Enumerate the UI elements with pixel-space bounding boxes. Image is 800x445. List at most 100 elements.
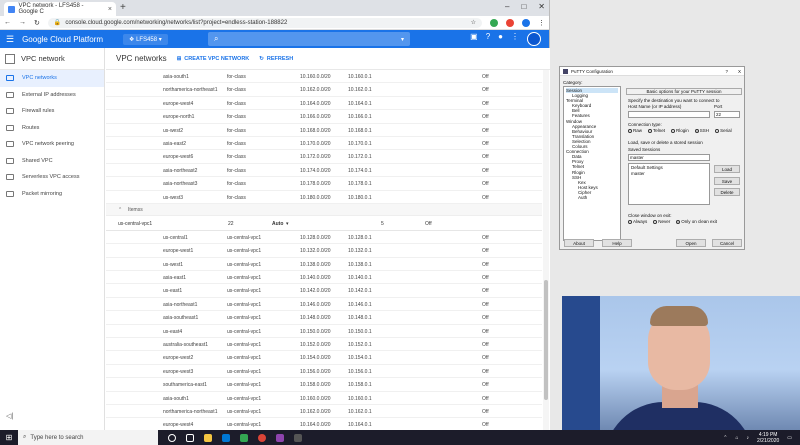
subnet-row[interactable]: asia-south1 us-central-vpc1 10.160.0.0/20 1…	[106, 392, 542, 405]
close-window-option[interactable]: Always	[628, 219, 647, 224]
subnet-row[interactable]: europe-west6 for-class 10.172.0.0/20 10.172…	[106, 150, 542, 164]
tab-close-icon[interactable]: ×	[108, 6, 112, 13]
connection-type-option[interactable]: Rlogin	[671, 128, 689, 133]
vpc-name-link[interactable]: us-central-vpc1	[118, 221, 152, 227]
subnet-row[interactable]: us-west2 for-class 10.168.0.0/20 10.168.0.1…	[106, 124, 542, 137]
app-icon[interactable]	[240, 433, 248, 442]
profile-icon[interactable]	[522, 18, 530, 27]
saved-session-input[interactable]: master	[628, 154, 710, 161]
subnet-row[interactable]: us-west1 us-central-vpc1 10.138.0.0/20 10.1…	[106, 258, 542, 272]
close-window-option[interactable]: Only on clean exit	[676, 219, 717, 224]
subnet-row[interactable]: europe-west4 us-central-vpc1 10.164.0.0/20…	[106, 418, 542, 430]
host-name-input[interactable]	[628, 111, 710, 118]
cancel-button[interactable]: Cancel	[712, 239, 742, 247]
more-icon[interactable]: ⋮	[511, 32, 519, 46]
action-center-icon[interactable]: ▭	[787, 435, 792, 441]
subnet-row[interactable]: northamerica-northeast1 for-class 10.162.0…	[106, 83, 542, 97]
clock[interactable]: 4:19 PM 2/21/2020	[757, 432, 779, 444]
extension-icon[interactable]	[490, 18, 498, 27]
cloud-shell-icon[interactable]: ▣	[470, 32, 478, 46]
port-input[interactable]: 22	[714, 111, 740, 118]
about-button[interactable]: About	[564, 239, 594, 247]
connection-type-option[interactable]: Telnet	[648, 128, 665, 133]
subnet-row[interactable]: asia-northeast1 us-central-vpc1 10.146.0.0…	[106, 298, 542, 312]
url-field[interactable]: 🔒 console.cloud.google.com/networking/ne…	[47, 17, 482, 28]
sidebar-item[interactable]: VPC network peering	[0, 136, 104, 153]
browser-menu-icon[interactable]: ⋮	[538, 19, 545, 27]
avatar[interactable]	[527, 32, 541, 46]
subnet-row[interactable]: asia-east2 for-class 10.170.0.0/20 10.170.0…	[106, 137, 542, 151]
open-button[interactable]: Open	[676, 239, 706, 247]
subnet-row[interactable]: asia-south1 for-class 10.160.0.0/20 10.160.…	[106, 70, 542, 84]
help-button[interactable]: Help	[602, 239, 632, 247]
back-icon[interactable]: ←	[4, 19, 11, 26]
subnet-row[interactable]: asia-southeast1 us-central-vpc1 10.148.0.0…	[106, 311, 542, 325]
taskbar-search[interactable]: ⌕ Type here to search	[18, 430, 158, 445]
notification-chevron-icon[interactable]: ⌃	[723, 435, 727, 441]
browser-tab[interactable]: VPC network - LFS458 - Google C ×	[4, 2, 116, 16]
session-item[interactable]: master	[631, 171, 707, 177]
connection-type-option[interactable]: Serial	[715, 128, 732, 133]
bookmark-star-icon[interactable]: ☆	[471, 19, 476, 26]
create-vpc-network-button[interactable]: ⊞ CREATE VPC NETWORK	[177, 56, 250, 62]
subnet-row[interactable]: us-central1 us-central-vpc1 10.128.0.0/20 1…	[106, 231, 542, 245]
sidebar-item[interactable]: Firewall rules	[0, 103, 104, 120]
load-button[interactable]: Load	[714, 165, 740, 173]
subnet-row[interactable]: southamerica-east1 us-central-vpc1 10.158.…	[106, 378, 542, 392]
subnet-row[interactable]: asia-northeast3 for-class 10.178.0.0/20 10.…	[106, 177, 542, 191]
save-button[interactable]: Save	[714, 177, 740, 185]
putty-close-icon[interactable]: X	[738, 69, 741, 74]
notifications-icon[interactable]: ●	[498, 32, 503, 46]
collapse-sidebar-icon[interactable]: ◁|	[6, 412, 13, 420]
delete-button[interactable]: Delete	[714, 188, 740, 196]
sidebar-item[interactable]: Packet mirroring	[0, 186, 104, 203]
task-view-icon[interactable]	[186, 433, 194, 442]
putty-taskbar-icon[interactable]	[294, 433, 302, 442]
vpc-network-row[interactable]: us-central-vpc1 22 Auto 5 Off ▾	[106, 216, 542, 231]
volume-icon[interactable]: ♪	[747, 435, 750, 441]
subnet-row[interactable]: europe-west2 us-central-vpc1 10.154.0.0/20…	[106, 351, 542, 365]
windows-start-icon[interactable]: ⊞	[0, 430, 18, 445]
gcp-title[interactable]: Google Cloud Platform	[22, 35, 103, 44]
connection-type-option[interactable]: SSH	[694, 128, 709, 133]
subnet-row[interactable]: europe-west3 us-central-vpc1 10.156.0.0/20…	[106, 365, 542, 379]
subnet-row[interactable]: australia-southeast1 us-central-vpc1 10.15…	[106, 338, 542, 352]
chevron-down-icon[interactable]: ▾	[286, 221, 289, 227]
subnet-row[interactable]: europe-west1 us-central-vpc1 10.132.0.0/20…	[106, 244, 542, 258]
network-group-row[interactable]: ⌃ Itemss	[106, 203, 542, 216]
scrollbar-thumb[interactable]	[544, 280, 548, 400]
chevron-up-icon[interactable]: ⌃	[118, 207, 122, 213]
network-icon[interactable]: ⌂	[735, 435, 738, 441]
app-icon[interactable]	[276, 433, 284, 442]
maximize-icon[interactable]: □	[521, 2, 526, 11]
new-tab-button[interactable]: +	[120, 2, 126, 13]
putty-help-icon[interactable]: ?	[725, 69, 728, 74]
refresh-button[interactable]: ↻ REFRESH	[259, 56, 293, 62]
store-icon[interactable]	[222, 433, 230, 442]
subnet-row[interactable]: europe-north1 for-class 10.166.0.0/20 10.16…	[106, 110, 542, 124]
hamburger-menu-icon[interactable]: ☰	[6, 34, 14, 45]
subnet-row[interactable]: us-west3 for-class 10.180.0.0/20 10.180.0.1…	[106, 191, 542, 204]
window-close-icon[interactable]: ✕	[538, 2, 545, 11]
subnet-row[interactable]: asia-northeast2 for-class 10.174.0.0/20 10.…	[106, 164, 542, 178]
subnet-row[interactable]: us-east1 us-central-vpc1 10.142.0.0/20 10.1…	[106, 284, 542, 298]
sidebar-item[interactable]: Shared VPC	[0, 153, 104, 170]
subnet-row[interactable]: asia-east1 us-central-vpc1 10.140.0.0/20 10…	[106, 271, 542, 285]
category-tree-item[interactable]: Auth	[566, 195, 618, 200]
scrollbar[interactable]	[543, 70, 549, 430]
help-icon[interactable]: ?	[486, 32, 490, 46]
chrome-icon[interactable]	[258, 433, 266, 442]
subnet-row[interactable]: us-east4 us-central-vpc1 10.150.0.0/20 10.1…	[106, 325, 542, 339]
forward-icon[interactable]: →	[19, 19, 26, 26]
project-selector[interactable]: ❖ LFS458 ▾	[123, 33, 168, 45]
close-window-option[interactable]: Never	[653, 219, 670, 224]
file-explorer-icon[interactable]	[204, 433, 212, 442]
sidebar-item[interactable]: VPC networks	[0, 70, 104, 87]
minimize-icon[interactable]: –	[505, 2, 509, 11]
reload-icon[interactable]: ↻	[34, 19, 40, 27]
subnet-row[interactable]: northamerica-northeast1 us-central-vpc1 10…	[106, 405, 542, 419]
sidebar-item[interactable]: Routes	[0, 120, 104, 137]
cortana-icon[interactable]	[168, 433, 176, 442]
sidebar-item[interactable]: External IP addresses	[0, 87, 104, 104]
subnet-row[interactable]: europe-west4 for-class 10.164.0.0/20 10.164…	[106, 97, 542, 111]
